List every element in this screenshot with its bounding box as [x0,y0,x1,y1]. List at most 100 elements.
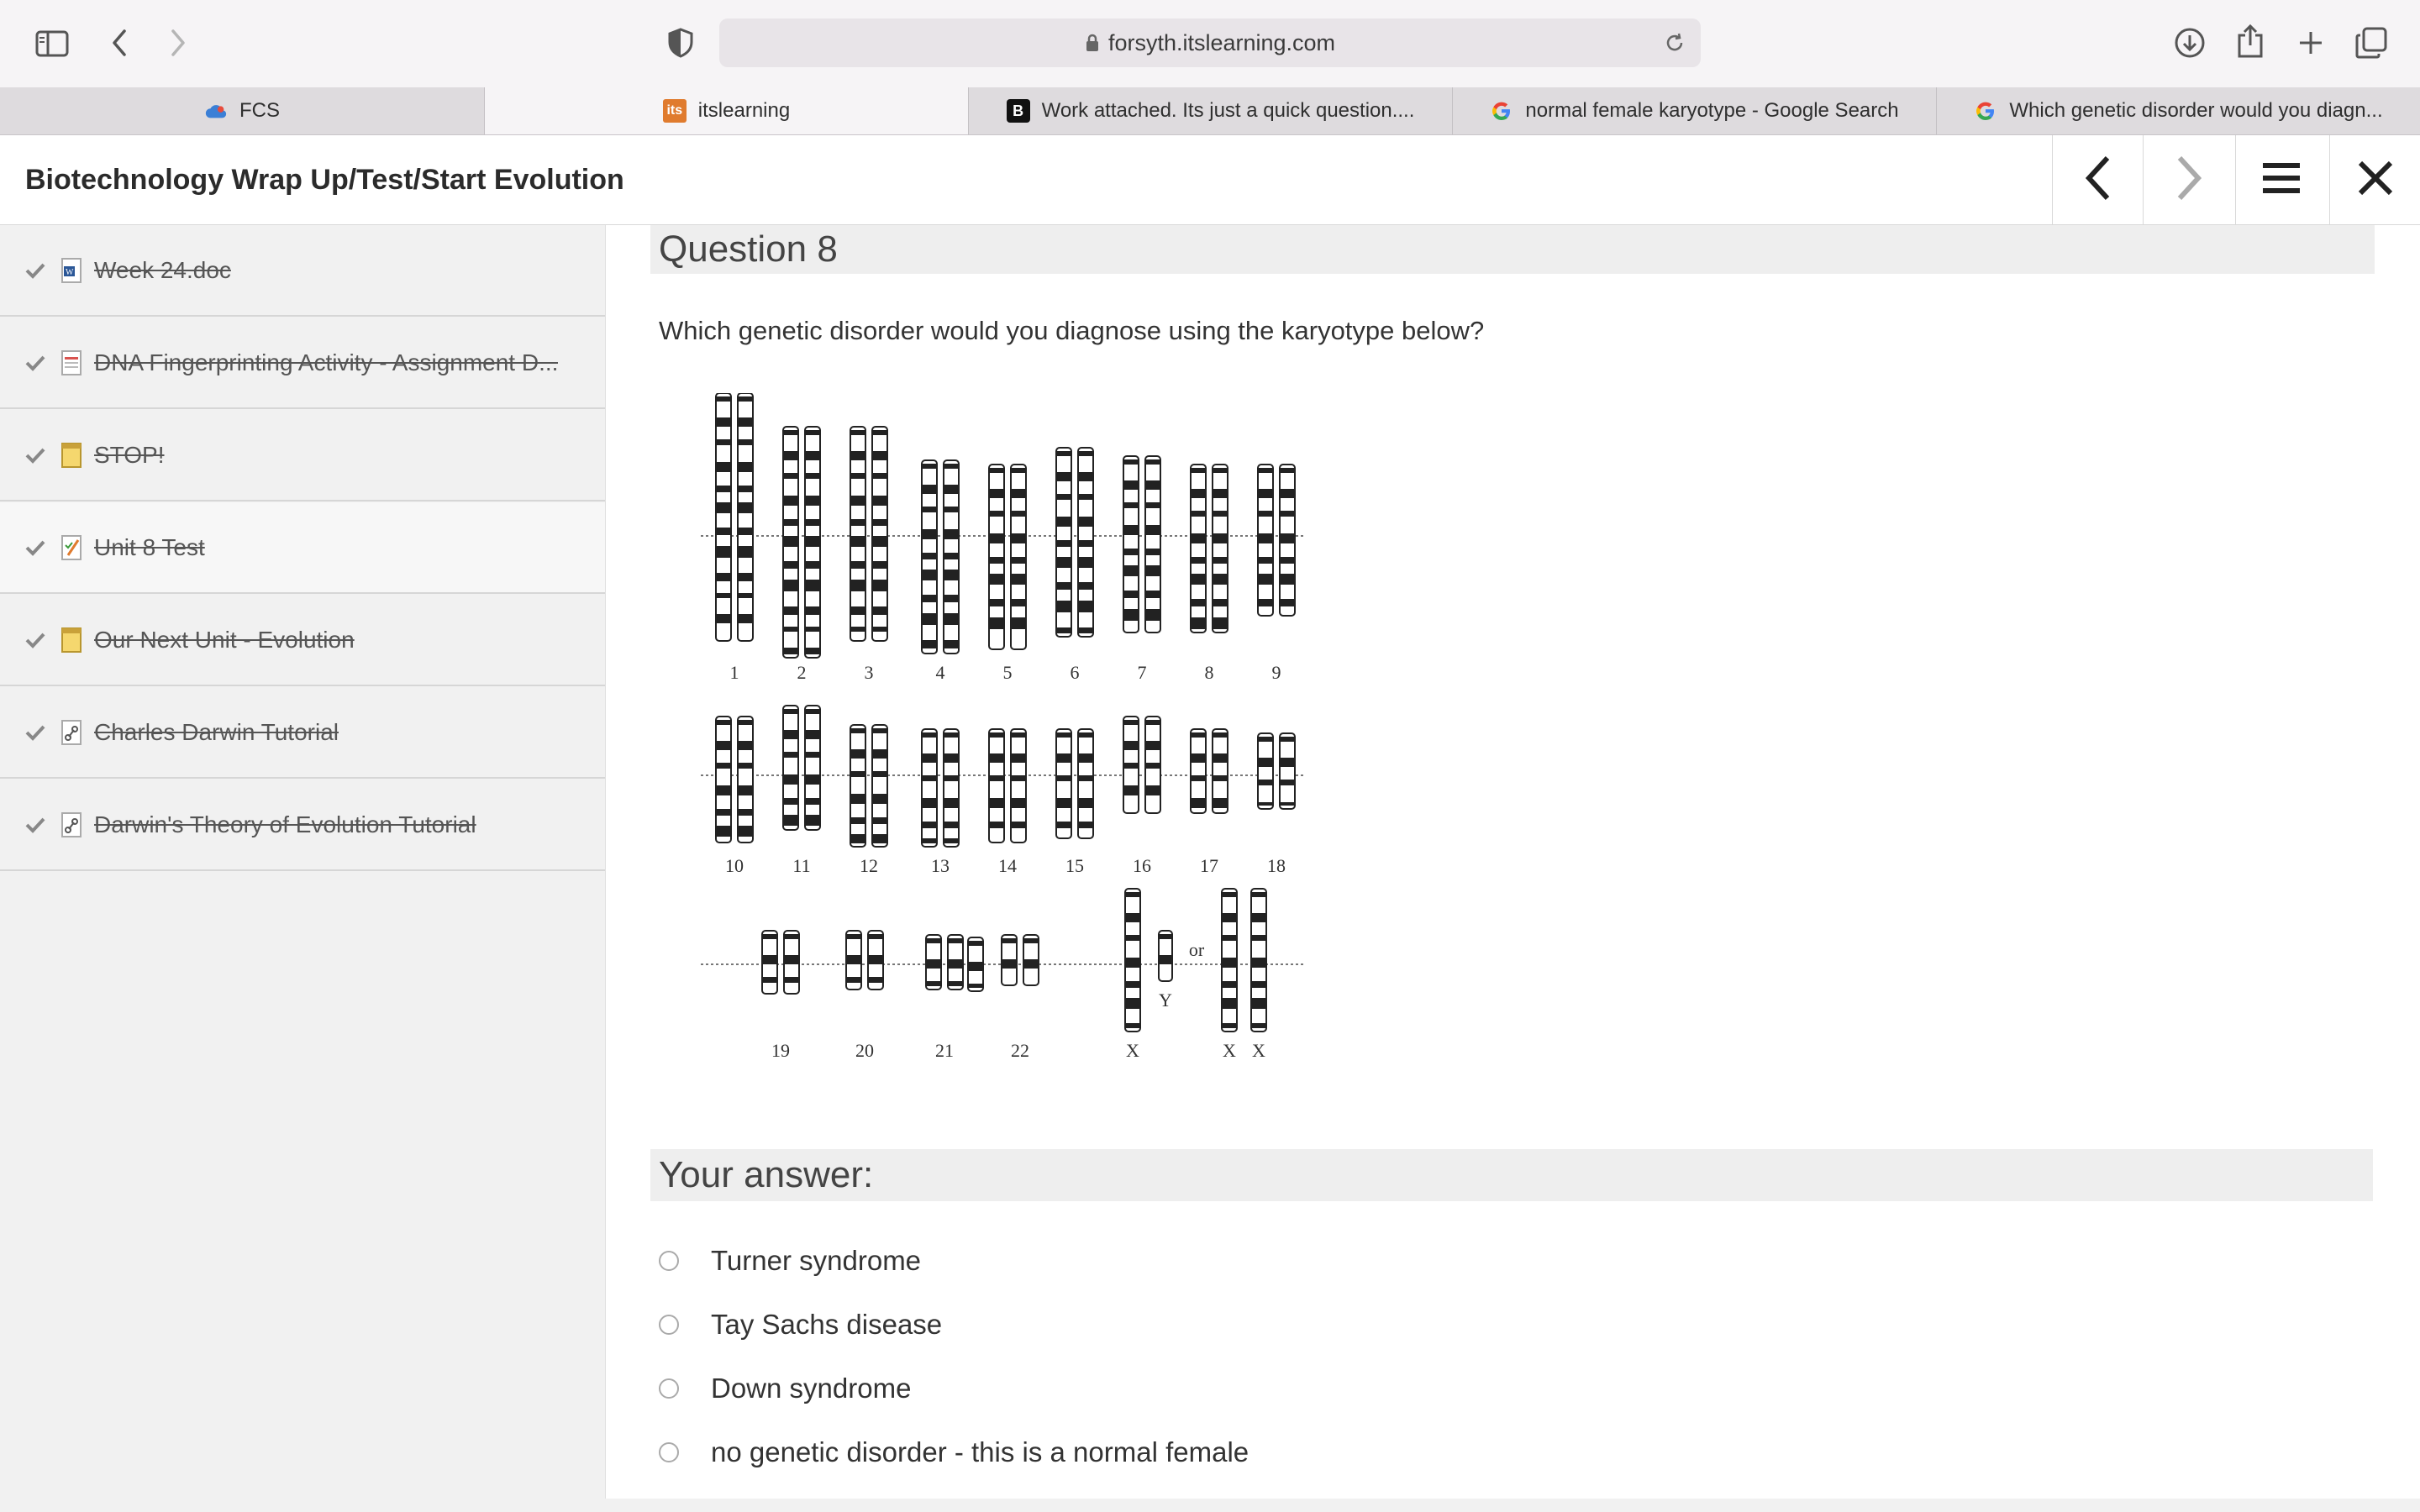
download-icon[interactable] [2171,24,2208,62]
chromosome-1-a-band [717,502,730,513]
answer-option-down[interactable]: Down syndrome [659,1373,911,1404]
chromosome-15-a-band [1057,798,1071,808]
chromosome-3-b-band [873,606,886,615]
chromosome-9-a-band [1259,557,1272,564]
chromosome-3-a-band [851,451,865,460]
chromosome-1-b-band [739,396,752,402]
sidebar-item-unit-8-test[interactable]: Unit 8 Test [0,502,605,594]
next-item-button[interactable] [2143,135,2234,224]
answer-option-normal-female[interactable]: no genetic disorder - this is a normal f… [659,1436,1249,1468]
chromosome-1-b-band [739,486,752,492]
radio-button[interactable] [659,1315,679,1335]
chromosome-y-band [1160,955,1171,964]
course-title: Biotechnology Wrap Up/Test/Start Evoluti… [25,163,624,196]
sidebar-item-label: DNA Fingerprinting Activity - Assignment… [94,349,559,375]
tab-google-search[interactable]: normal female karyotype - Google Search [1452,87,1936,134]
chromosome-13-b-band [944,753,958,763]
tab-label: itslearning [697,99,791,122]
answer-option-tay-sachs[interactable]: Tay Sachs disease [659,1309,942,1341]
chromosome-19-b-band [785,977,798,983]
answer-option-turner[interactable]: Turner syndrome [659,1245,921,1277]
chromosome-22-a-band [1002,938,1016,943]
chromosome-label-21: 21 [935,1040,954,1061]
chromosome-1-b-band [739,439,752,445]
link-icon [60,719,82,746]
address-bar[interactable]: forsyth.itslearning.com [719,18,1701,67]
sidebar-item-label: Darwin's Theory of Evolution Tutorial [94,811,476,837]
radio-button[interactable] [659,1251,679,1271]
menu-button[interactable] [2235,135,2327,224]
chromosome-12-a-band [851,834,865,843]
checkmark-icon [25,724,49,741]
chromosome-2-b-band [806,519,819,526]
chromosome-21-b-band [949,959,962,969]
chromosome-5-b-band [1012,574,1025,585]
tab-fcs[interactable]: FCS [0,87,484,134]
chromosome-label-5: 5 [1003,662,1013,683]
chromosome-4-b-band [944,595,958,602]
chromosome-7-a-band [1124,459,1138,465]
chromosome-10-a-band [717,763,730,769]
sidebar-item-label: STOP! [94,441,165,468]
chromosome-9-b-band [1281,557,1294,564]
itslearning-icon: its [662,99,687,123]
reload-icon[interactable] [1660,29,1689,57]
chromosome-9-a-band [1259,533,1272,543]
tab-brainly[interactable]: B Work attached. Its just a quick questi… [968,87,1452,134]
lock-icon [1085,33,1100,53]
chromosome-8-b-band [1213,468,1227,473]
chromosome-3-a-band [851,496,865,506]
chromosome-14-a-band [990,822,1003,828]
share-icon[interactable] [2232,20,2269,62]
chromosome-6-a-band [1057,627,1071,633]
chromosome-3-a-band [851,430,865,435]
previous-item-button[interactable] [2052,135,2144,224]
chromosome-21-a-band [927,959,940,969]
sidebar-item-week-24[interactable]: W Week 24.doc [0,225,605,317]
chevron-left-icon [2084,155,2112,206]
chromosome-4-a-band [923,595,936,602]
chromosome-label-x-2: X [1223,1040,1236,1061]
chromosome-label-y: Y [1159,990,1172,1011]
tab-itslearning[interactable]: its itslearning [484,87,968,134]
chromosome-12-b [871,724,888,848]
chromosome-3-b-band [873,561,886,569]
chromosome-3-b-band [873,496,886,506]
back-icon[interactable] [103,24,136,62]
chromosome-8-a-band [1192,511,1205,517]
sidebar-item-next-unit-evolution[interactable]: Our Next Unit - Evolution [0,595,605,686]
sidebar-item-stop[interactable]: STOP! [0,410,605,501]
checkmark-icon [25,539,49,556]
chromosome-label-7: 7 [1138,662,1147,683]
radio-button[interactable] [659,1442,679,1462]
new-tab-icon[interactable] [2294,25,2328,60]
course-sidebar: W Week 24.doc DNA Fingerprinting Activit… [0,225,606,1512]
chromosome-11-b-band [806,774,819,785]
chromosome-6-b-band [1079,472,1092,481]
chromosome-1-a-band [717,528,730,535]
tab-overview-icon[interactable] [2353,24,2390,62]
sidebar-item-label: Unit 8 Test [94,533,205,560]
close-button[interactable] [2329,135,2420,224]
chromosome-14-b-band [1012,798,1025,808]
chromosome-9-b-band [1281,511,1294,517]
sidebar-item-dna-fingerprinting[interactable]: DNA Fingerprinting Activity - Assignment… [0,318,605,409]
chromosome-20-a-band [847,934,860,939]
chromosome-4-b-band [944,464,958,469]
forward-icon[interactable] [161,24,195,62]
chromosome-2-b-band [806,536,819,547]
sidebar-item-charles-darwin-tutorial[interactable]: Charles Darwin Tutorial [0,687,605,779]
chromosome-16-a-band [1124,785,1138,795]
chromosome-label-12: 12 [860,855,878,876]
sidebar-item-darwins-theory-tutorial[interactable]: Darwin's Theory of Evolution Tutorial [0,780,605,871]
radio-button[interactable] [659,1378,679,1399]
chromosome-2-a-band [784,536,797,547]
chromosome-7-b-band [1146,502,1160,508]
chromosome-10-b-band [739,763,752,769]
sidebar-toggle-icon[interactable] [32,25,72,62]
tab-google-question[interactable]: Which genetic disorder would you diagn..… [1936,87,2420,134]
privacy-shield-icon[interactable] [664,25,697,60]
chromosome-x-2-band [1223,981,1236,988]
chromosome-12-b-band [873,728,886,733]
chromosome-1-a [715,392,732,642]
